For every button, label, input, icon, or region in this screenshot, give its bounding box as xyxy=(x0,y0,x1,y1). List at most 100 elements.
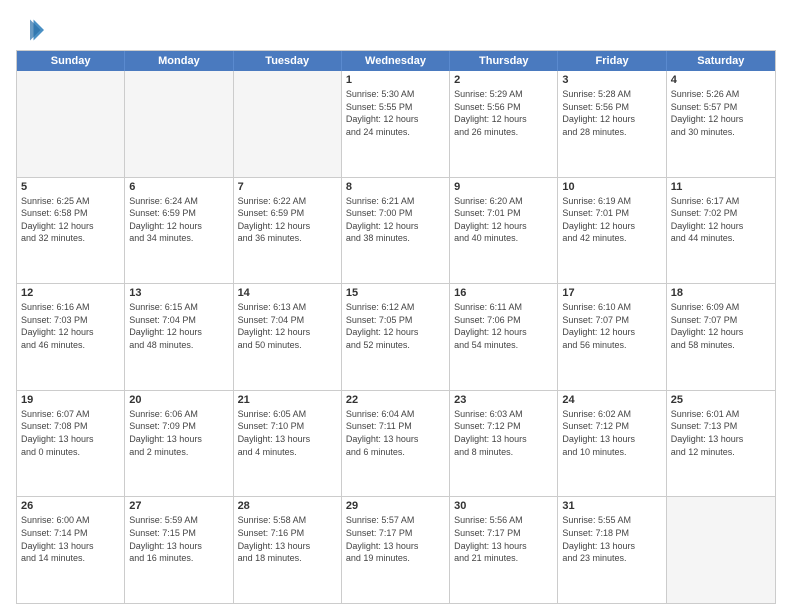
logo-icon xyxy=(16,16,44,44)
calendar-cell: 29 Sunrise: 5:57 AM Sunset: 7:17 PM Dayli… xyxy=(342,497,450,603)
cell-daylight-info: Sunrise: 5:57 AM Sunset: 7:17 PM Dayligh… xyxy=(346,514,445,564)
cell-daylight-info: Sunrise: 6:19 AM Sunset: 7:01 PM Dayligh… xyxy=(562,195,661,245)
calendar-cell: 3Sunrise: 5:28 AM Sunset: 5:56 PM Daylig… xyxy=(558,71,666,177)
calendar-cell: 25 Sunrise: 6:01 AM Sunset: 7:13 PM Dayli… xyxy=(667,391,775,497)
cell-date-number: 4 xyxy=(671,74,771,86)
calendar-cell: 14 Sunrise: 6:13 AM Sunset: 7:04 PM Dayli… xyxy=(234,284,342,390)
calendar-cell: 12 Sunrise: 6:16 AM Sunset: 7:03 PM Dayli… xyxy=(17,284,125,390)
calendar-cell xyxy=(125,71,233,177)
cell-daylight-info: Sunrise: 5:30 AM Sunset: 5:55 PM Dayligh… xyxy=(346,88,445,138)
calendar-cell: 11Sunrise: 6:17 AM Sunset: 7:02 PM Dayli… xyxy=(667,178,775,284)
calendar-cell: 31 Sunrise: 5:55 AM Sunset: 7:18 PM Dayli… xyxy=(558,497,666,603)
cell-date-number: 31 xyxy=(562,500,661,512)
weekday-header: Wednesday xyxy=(342,51,450,71)
weekday-header: Tuesday xyxy=(234,51,342,71)
cell-daylight-info: Sunrise: 5:29 AM Sunset: 5:56 PM Dayligh… xyxy=(454,88,553,138)
calendar: SundayMondayTuesdayWednesdayThursdayFrid… xyxy=(16,50,776,604)
weekday-header: Saturday xyxy=(667,51,775,71)
weekday-header: Friday xyxy=(558,51,666,71)
cell-daylight-info: Sunrise: 6:02 AM Sunset: 7:12 PM Dayligh… xyxy=(562,408,661,458)
calendar-cell: 4 Sunrise: 5:26 AM Sunset: 5:57 PM Daylig… xyxy=(667,71,775,177)
cell-date-number: 10 xyxy=(562,181,661,193)
cell-daylight-info: Sunrise: 6:06 AM Sunset: 7:09 PM Dayligh… xyxy=(129,408,228,458)
cell-daylight-info: Sunrise: 5:55 AM Sunset: 7:18 PM Dayligh… xyxy=(562,514,661,564)
cell-date-number: 8 xyxy=(346,181,445,193)
cell-daylight-info: Sunrise: 5:59 AM Sunset: 7:15 PM Dayligh… xyxy=(129,514,228,564)
cell-date-number: 2 xyxy=(454,74,553,86)
cell-date-number: 30 xyxy=(454,500,553,512)
cell-daylight-info: Sunrise: 6:24 AM Sunset: 6:59 PM Dayligh… xyxy=(129,195,228,245)
cell-date-number: 25 xyxy=(671,394,771,406)
header xyxy=(16,12,776,44)
calendar-cell: 26 Sunrise: 6:00 AM Sunset: 7:14 PM Dayli… xyxy=(17,497,125,603)
cell-daylight-info: Sunrise: 5:58 AM Sunset: 7:16 PM Dayligh… xyxy=(238,514,337,564)
cell-date-number: 22 xyxy=(346,394,445,406)
calendar-cell xyxy=(17,71,125,177)
cell-daylight-info: Sunrise: 6:15 AM Sunset: 7:04 PM Dayligh… xyxy=(129,301,228,351)
cell-daylight-info: Sunrise: 6:07 AM Sunset: 7:08 PM Dayligh… xyxy=(21,408,120,458)
cell-daylight-info: Sunrise: 6:00 AM Sunset: 7:14 PM Dayligh… xyxy=(21,514,120,564)
cell-date-number: 17 xyxy=(562,287,661,299)
calendar-row: 26 Sunrise: 6:00 AM Sunset: 7:14 PM Dayli… xyxy=(17,497,775,603)
cell-date-number: 27 xyxy=(129,500,228,512)
cell-date-number: 7 xyxy=(238,181,337,193)
weekday-header: Monday xyxy=(125,51,233,71)
cell-daylight-info: Sunrise: 6:16 AM Sunset: 7:03 PM Dayligh… xyxy=(21,301,120,351)
calendar-body: 1 Sunrise: 5:30 AM Sunset: 5:55 PM Daylig… xyxy=(17,71,775,603)
calendar-cell: 2 Sunrise: 5:29 AM Sunset: 5:56 PM Daylig… xyxy=(450,71,558,177)
calendar-row: 5 Sunrise: 6:25 AM Sunset: 6:58 PM Daylig… xyxy=(17,178,775,285)
calendar-cell: 7Sunrise: 6:22 AM Sunset: 6:59 PM Daylig… xyxy=(234,178,342,284)
cell-date-number: 26 xyxy=(21,500,120,512)
cell-date-number: 1 xyxy=(346,74,445,86)
calendar-row: 1 Sunrise: 5:30 AM Sunset: 5:55 PM Daylig… xyxy=(17,71,775,178)
calendar-cell: 5 Sunrise: 6:25 AM Sunset: 6:58 PM Daylig… xyxy=(17,178,125,284)
calendar-cell: 19 Sunrise: 6:07 AM Sunset: 7:08 PM Dayli… xyxy=(17,391,125,497)
calendar-cell: 17Sunrise: 6:10 AM Sunset: 7:07 PM Dayli… xyxy=(558,284,666,390)
cell-date-number: 14 xyxy=(238,287,337,299)
calendar-cell: 8 Sunrise: 6:21 AM Sunset: 7:00 PM Daylig… xyxy=(342,178,450,284)
calendar-cell: 13 Sunrise: 6:15 AM Sunset: 7:04 PM Dayli… xyxy=(125,284,233,390)
calendar-cell xyxy=(234,71,342,177)
calendar-cell: 27 Sunrise: 5:59 AM Sunset: 7:15 PM Dayli… xyxy=(125,497,233,603)
cell-date-number: 5 xyxy=(21,181,120,193)
calendar-cell: 24Sunrise: 6:02 AM Sunset: 7:12 PM Dayli… xyxy=(558,391,666,497)
cell-daylight-info: Sunrise: 6:12 AM Sunset: 7:05 PM Dayligh… xyxy=(346,301,445,351)
cell-daylight-info: Sunrise: 6:09 AM Sunset: 7:07 PM Dayligh… xyxy=(671,301,771,351)
cell-date-number: 13 xyxy=(129,287,228,299)
calendar-row: 12 Sunrise: 6:16 AM Sunset: 7:03 PM Dayli… xyxy=(17,284,775,391)
cell-date-number: 28 xyxy=(238,500,337,512)
cell-daylight-info: Sunrise: 6:17 AM Sunset: 7:02 PM Dayligh… xyxy=(671,195,771,245)
cell-date-number: 23 xyxy=(454,394,553,406)
cell-date-number: 21 xyxy=(238,394,337,406)
calendar-cell: 1 Sunrise: 5:30 AM Sunset: 5:55 PM Daylig… xyxy=(342,71,450,177)
calendar-cell: 16 Sunrise: 6:11 AM Sunset: 7:06 PM Dayli… xyxy=(450,284,558,390)
cell-daylight-info: Sunrise: 6:20 AM Sunset: 7:01 PM Dayligh… xyxy=(454,195,553,245)
cell-daylight-info: Sunrise: 6:01 AM Sunset: 7:13 PM Dayligh… xyxy=(671,408,771,458)
cell-date-number: 20 xyxy=(129,394,228,406)
calendar-cell: 30 Sunrise: 5:56 AM Sunset: 7:17 PM Dayli… xyxy=(450,497,558,603)
cell-daylight-info: Sunrise: 6:03 AM Sunset: 7:12 PM Dayligh… xyxy=(454,408,553,458)
weekday-header: Thursday xyxy=(450,51,558,71)
cell-daylight-info: Sunrise: 6:11 AM Sunset: 7:06 PM Dayligh… xyxy=(454,301,553,351)
cell-date-number: 6 xyxy=(129,181,228,193)
calendar-row: 19 Sunrise: 6:07 AM Sunset: 7:08 PM Dayli… xyxy=(17,391,775,498)
cell-date-number: 19 xyxy=(21,394,120,406)
calendar-cell: 20 Sunrise: 6:06 AM Sunset: 7:09 PM Dayli… xyxy=(125,391,233,497)
cell-daylight-info: Sunrise: 6:05 AM Sunset: 7:10 PM Dayligh… xyxy=(238,408,337,458)
cell-daylight-info: Sunrise: 6:13 AM Sunset: 7:04 PM Dayligh… xyxy=(238,301,337,351)
cell-daylight-info: Sunrise: 5:56 AM Sunset: 7:17 PM Dayligh… xyxy=(454,514,553,564)
cell-daylight-info: Sunrise: 5:28 AM Sunset: 5:56 PM Dayligh… xyxy=(562,88,661,138)
cell-date-number: 29 xyxy=(346,500,445,512)
cell-daylight-info: Sunrise: 6:25 AM Sunset: 6:58 PM Dayligh… xyxy=(21,195,120,245)
calendar-cell: 23 Sunrise: 6:03 AM Sunset: 7:12 PM Dayli… xyxy=(450,391,558,497)
calendar-cell xyxy=(667,497,775,603)
calendar-cell: 21 Sunrise: 6:05 AM Sunset: 7:10 PM Dayli… xyxy=(234,391,342,497)
calendar-cell: 28 Sunrise: 5:58 AM Sunset: 7:16 PM Dayli… xyxy=(234,497,342,603)
cell-daylight-info: Sunrise: 6:21 AM Sunset: 7:00 PM Dayligh… xyxy=(346,195,445,245)
cell-date-number: 15 xyxy=(346,287,445,299)
calendar-cell: 15 Sunrise: 6:12 AM Sunset: 7:05 PM Dayli… xyxy=(342,284,450,390)
cell-date-number: 16 xyxy=(454,287,553,299)
cell-date-number: 12 xyxy=(21,287,120,299)
calendar-header: SundayMondayTuesdayWednesdayThursdayFrid… xyxy=(17,51,775,71)
cell-daylight-info: Sunrise: 5:26 AM Sunset: 5:57 PM Dayligh… xyxy=(671,88,771,138)
